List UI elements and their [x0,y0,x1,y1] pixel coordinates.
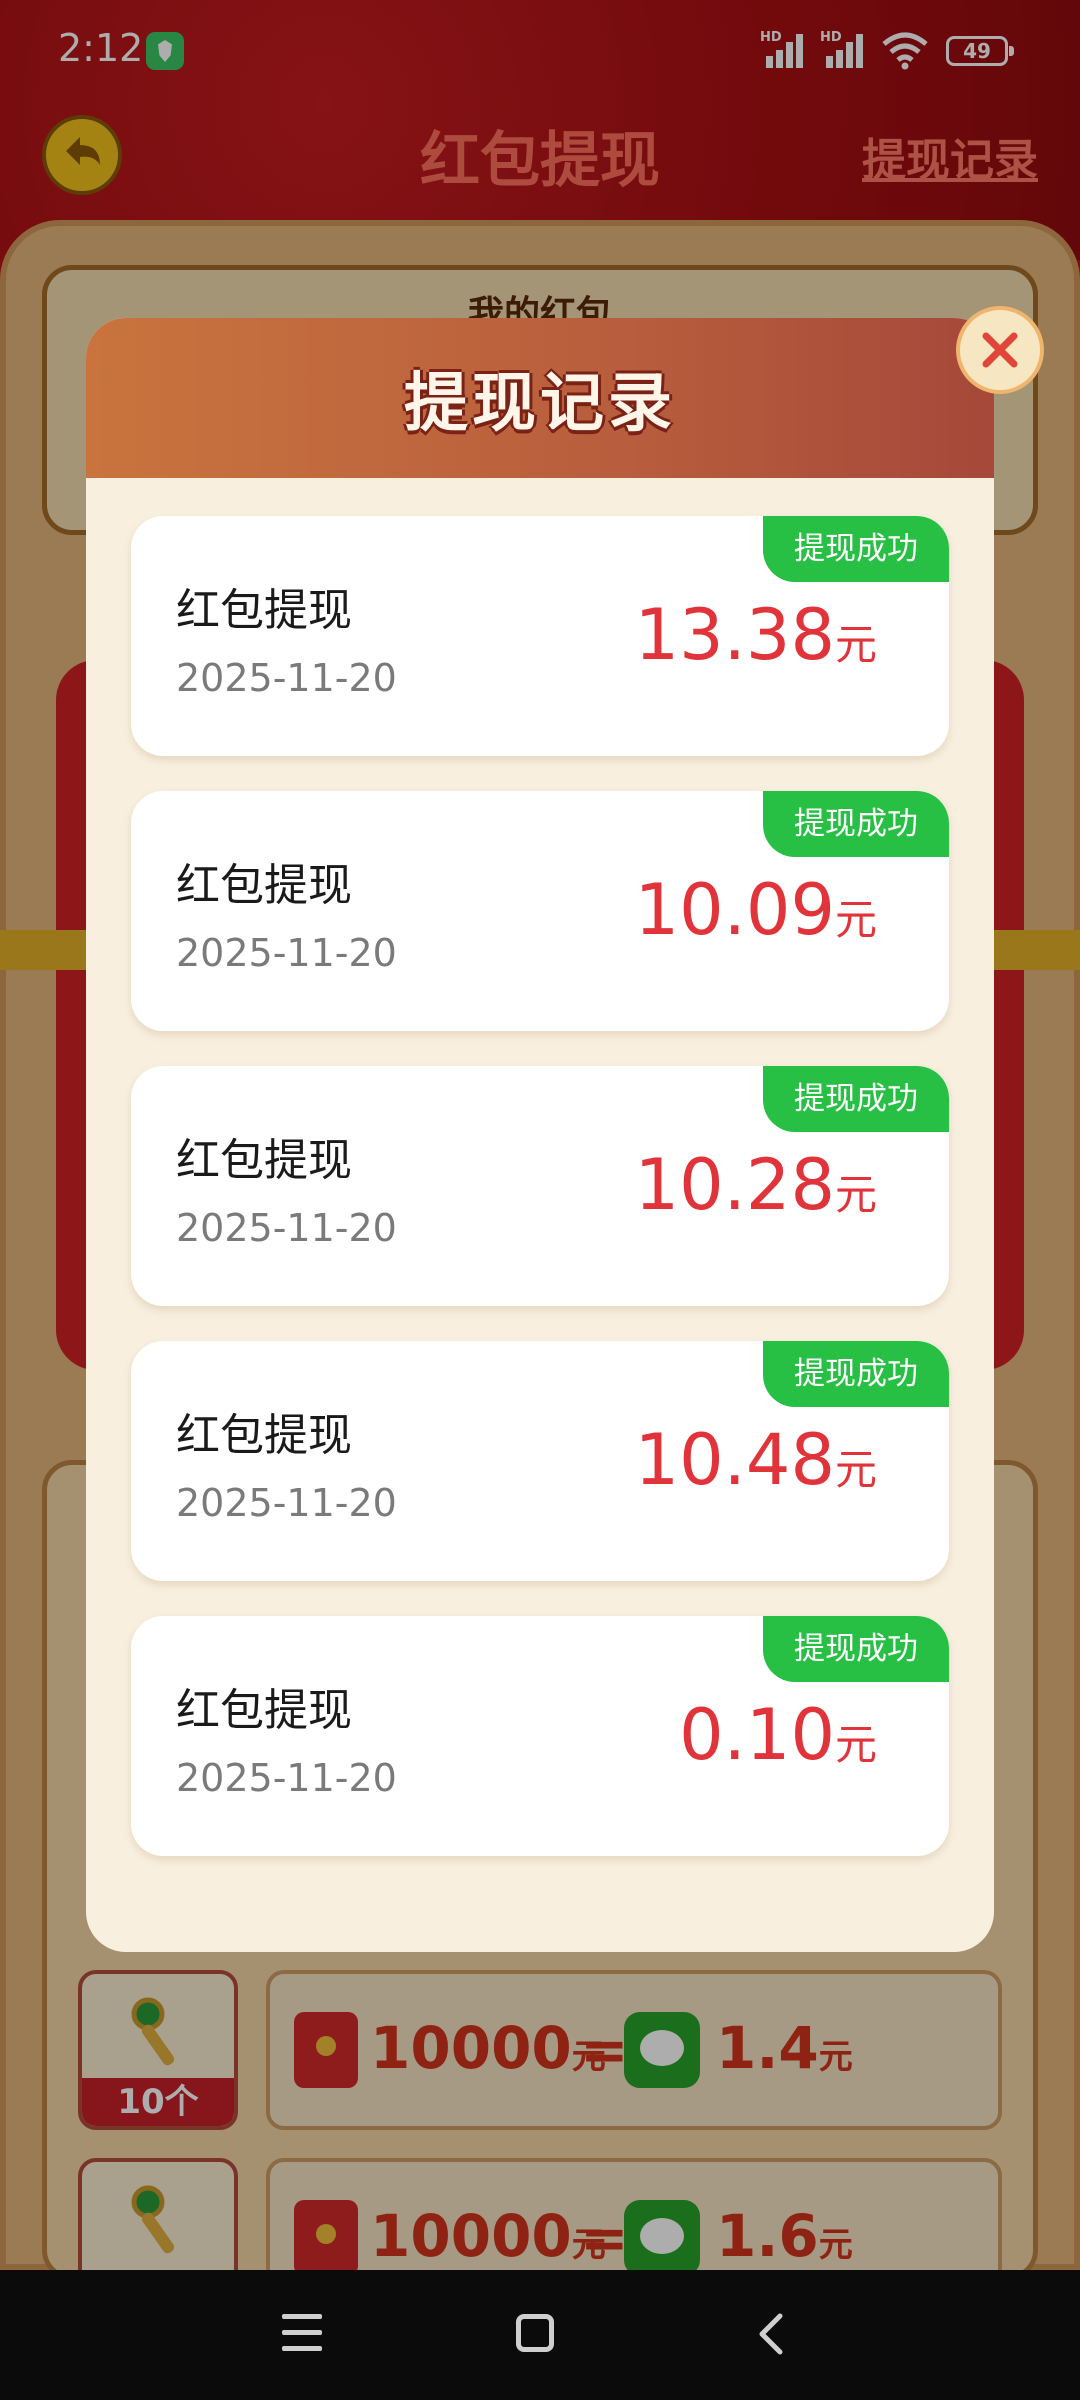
record-name: 红包提现 [176,1410,352,1461]
record-name: 红包提现 [176,585,352,636]
record-amount: 10.48元 [634,1419,877,1501]
withdraw-history-modal: 提现记录 提现成功 红包提现 2025-11-20 13.38元 提现成功 红包… [86,318,994,1952]
record-date: 2025-11-20 [176,1756,397,1800]
status-badge: 提现成功 [763,1066,949,1132]
record-card[interactable]: 提现成功 红包提现 2025-11-20 10.09元 [131,791,949,1031]
back-icon[interactable] [752,2310,788,2358]
system-nav-bar [0,2270,1080,2400]
modal-header: 提现记录 [86,318,994,478]
home-icon[interactable] [516,2314,554,2352]
record-date: 2025-11-20 [176,656,397,700]
modal-title: 提现记录 [404,367,676,441]
close-button[interactable] [956,306,1044,394]
status-badge: 提现成功 [763,1341,949,1407]
status-badge: 提现成功 [763,516,949,582]
menu-icon[interactable] [282,2314,326,2354]
record-card[interactable]: 提现成功 红包提现 2025-11-20 13.38元 [131,516,949,756]
record-amount: 10.09元 [634,869,877,951]
record-amount: 0.10元 [679,1694,877,1776]
record-card[interactable]: 提现成功 红包提现 2025-11-20 10.28元 [131,1066,949,1306]
record-date: 2025-11-20 [176,931,397,975]
record-name: 红包提现 [176,1685,352,1736]
record-date: 2025-11-20 [176,1206,397,1250]
record-name: 红包提现 [176,860,352,911]
status-badge: 提现成功 [763,791,949,857]
status-badge: 提现成功 [763,1616,949,1682]
record-amount: 13.38元 [634,594,877,676]
record-amount: 10.28元 [634,1144,877,1226]
record-name: 红包提现 [176,1135,352,1186]
record-card[interactable]: 提现成功 红包提现 2025-11-20 10.48元 [131,1341,949,1581]
record-date: 2025-11-20 [176,1481,397,1525]
record-card[interactable]: 提现成功 红包提现 2025-11-20 0.10元 [131,1616,949,1856]
close-icon [982,332,1018,368]
